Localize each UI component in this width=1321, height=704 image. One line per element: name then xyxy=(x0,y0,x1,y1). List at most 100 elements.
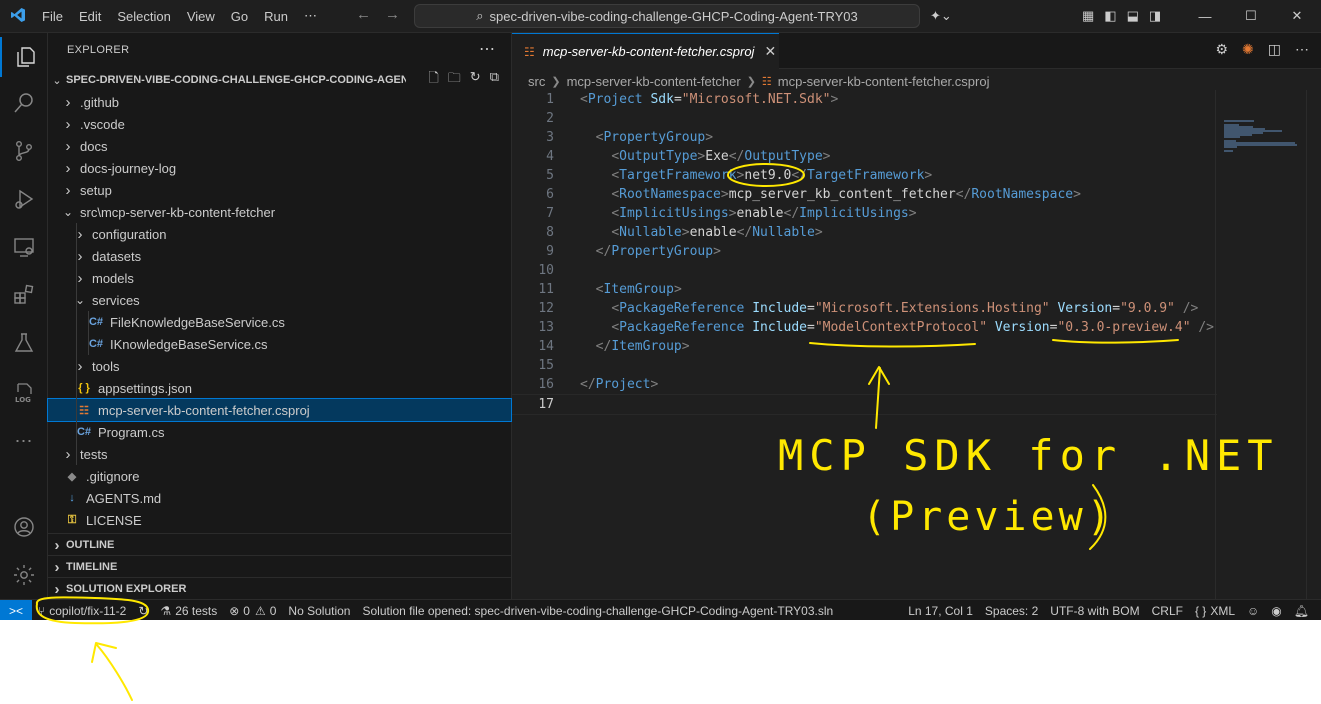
new-file-icon[interactable]: 🗋 xyxy=(428,69,438,91)
tree-item[interactable]: ⌄ src\mcp-server-kb-content-fetcher xyxy=(48,201,511,223)
vscode-logo-icon[interactable] xyxy=(10,7,26,23)
problems-status[interactable]: ⊗ 0 ⚠ 0 xyxy=(223,604,282,618)
toggle-secondary-sidebar-icon[interactable]: ◨ xyxy=(1149,8,1161,24)
menu-item[interactable]: View xyxy=(179,9,223,24)
branch-status[interactable]: ⑂ copilot/fix-11-2 xyxy=(32,604,132,618)
breadcrumb-item[interactable]: src xyxy=(528,74,545,89)
tree-item[interactable]: ◆ .gitignore xyxy=(48,465,511,487)
indentation[interactable]: Spaces: 2 xyxy=(979,604,1044,618)
tree-item[interactable]: › tests xyxy=(48,443,511,465)
toggle-primary-sidebar-icon[interactable]: ◧ xyxy=(1104,8,1116,24)
extensions-icon[interactable] xyxy=(0,275,47,315)
tree-item[interactable]: › .vscode xyxy=(48,113,511,135)
vertical-scrollbar[interactable] xyxy=(1306,90,1321,599)
tree-item[interactable]: ⚿ LICENSE xyxy=(48,509,511,531)
copilot-chat-icon[interactable]: ⚙ xyxy=(1215,41,1228,58)
tree-item[interactable]: ↓ AGENTS.md xyxy=(48,487,511,509)
tree-item[interactable]: › docs xyxy=(48,135,511,157)
editor-actions: ⚙ ✺ ◫ ⋯ xyxy=(1215,41,1309,58)
tree-item[interactable]: C# FileKnowledgeBaseService.cs xyxy=(48,311,511,333)
menu-item[interactable]: ⋯ xyxy=(296,8,325,24)
copilot-status[interactable]: ☺ xyxy=(1241,604,1265,618)
sparkle-icon[interactable]: ✺ xyxy=(1242,41,1254,58)
solution-status[interactable]: No Solution xyxy=(282,604,356,618)
tree-item[interactable]: › tools xyxy=(48,355,511,377)
menu-item[interactable]: Edit xyxy=(71,9,109,24)
more-views-icon[interactable]: ⋯ xyxy=(0,421,47,461)
tree-item[interactable]: › datasets xyxy=(48,245,511,267)
tab-csproj[interactable]: ☷ mcp-server-kb-content-fetcher.csproj ✕ xyxy=(512,33,779,69)
split-editor-icon[interactable]: ◫ xyxy=(1268,41,1281,58)
source-control-icon[interactable] xyxy=(0,131,47,171)
section-solution-explorer[interactable]: › SOLUTION EXPLORER xyxy=(48,577,511,600)
tree-item[interactable]: › .github xyxy=(48,91,511,113)
cursor-position[interactable]: Ln 17, Col 1 xyxy=(902,604,979,618)
manage-gear-icon[interactable] xyxy=(0,555,47,595)
forward-arrow-icon[interactable]: → xyxy=(385,6,400,23)
remote-indicator-icon[interactable]: >< xyxy=(0,600,32,620)
testing-flask-icon[interactable] xyxy=(0,323,47,363)
language-mode[interactable]: { } XML xyxy=(1189,604,1241,618)
tree-item-label: setup xyxy=(80,182,112,198)
tree-item[interactable]: › models xyxy=(48,267,511,289)
maximize-button[interactable]: ☐ xyxy=(1228,0,1274,32)
run-debug-icon[interactable] xyxy=(0,179,47,219)
menu-item[interactable]: Go xyxy=(223,9,256,24)
tree-item[interactable]: › setup xyxy=(48,179,511,201)
workspace-root[interactable]: ⌄ SPEC-DRIVEN-VIBE-CODING-CHALLENGE-GHCP… xyxy=(48,69,511,91)
editor-area: ☷ mcp-server-kb-content-fetcher.csproj ✕… xyxy=(512,33,1321,599)
markdown-file-icon: ↓ xyxy=(69,492,75,504)
more-actions-icon[interactable]: ⋯ xyxy=(479,39,495,59)
customize-layout-icon[interactable]: ▦ xyxy=(1082,8,1094,24)
code-text: <RootNamespace>mcp_server_kb_content_fet… xyxy=(611,187,1081,202)
notifications[interactable]: 🔔︎ xyxy=(1288,604,1321,618)
remote-explorer-icon[interactable] xyxy=(0,227,47,267)
copilot-menu[interactable]: ✦⌄ xyxy=(930,0,952,32)
csharp-file-icon: C# xyxy=(88,316,104,328)
rss-file-icon: ☷ xyxy=(79,404,89,417)
tree-item[interactable]: ⌄ services xyxy=(48,289,511,311)
menu-item[interactable]: Run xyxy=(256,9,296,24)
encoding[interactable]: UTF-8 with BOM xyxy=(1044,604,1145,618)
command-center-search[interactable]: ⌕ spec-driven-vibe-coding-challenge-GHCP… xyxy=(414,4,920,28)
accounts-icon[interactable] xyxy=(0,507,47,547)
tab-label: mcp-server-kb-content-fetcher.csproj xyxy=(542,44,755,59)
line-number: 1 xyxy=(546,92,554,107)
tests-status[interactable]: ⚗ 26 tests xyxy=(154,604,223,618)
toggle-panel-icon[interactable]: ⬓ xyxy=(1127,8,1139,24)
sync-status[interactable]: ↻ xyxy=(132,604,154,618)
breadcrumb-item[interactable]: mcp-server-kb-content-fetcher.csproj xyxy=(778,74,990,89)
menu-item[interactable]: Selection xyxy=(109,9,178,24)
tree-item[interactable]: C# IKnowledgeBaseService.cs xyxy=(48,333,511,355)
tree-item[interactable]: ☷ mcp-server-kb-content-fetcher.csproj xyxy=(47,398,512,422)
minimize-button[interactable]: — xyxy=(1182,0,1228,32)
output-log-icon[interactable]: LOG xyxy=(0,373,47,413)
back-arrow-icon[interactable]: ← xyxy=(356,6,371,23)
code-line: 11 <ItemGroup> xyxy=(512,280,1212,299)
new-folder-icon[interactable]: 🗀 xyxy=(448,69,461,91)
refresh-icon[interactable]: ↻ xyxy=(470,69,481,91)
code-line: 6 <RootNamespace>mcp_server_kb_content_f… xyxy=(512,185,1212,204)
line-number: 17 xyxy=(538,397,554,412)
search-view-icon[interactable] xyxy=(0,83,47,123)
tree-item[interactable]: C# Program.cs xyxy=(48,421,511,443)
close-tab-icon[interactable]: ✕ xyxy=(764,43,776,60)
menu-item[interactable]: File xyxy=(34,9,71,24)
code-line: 5 <TargetFramework>net9.0</TargetFramewo… xyxy=(512,166,1212,185)
editor-more-icon[interactable]: ⋯ xyxy=(1295,41,1309,58)
tree-item[interactable]: › configuration xyxy=(48,223,511,245)
tree-item[interactable]: { } appsettings.json xyxy=(48,377,511,399)
section-timeline[interactable]: › TIMELINE xyxy=(48,555,511,578)
minimap[interactable] xyxy=(1215,90,1304,599)
code-line: 8 <Nullable>enable</Nullable> xyxy=(512,223,1212,242)
chevron-right-icon: › xyxy=(65,137,71,155)
breadcrumb-item[interactable]: mcp-server-kb-content-fetcher xyxy=(567,74,741,89)
collapse-all-icon[interactable]: ⧉ xyxy=(490,69,499,91)
section-outline[interactable]: › OUTLINE xyxy=(48,533,511,556)
explorer-icon[interactable] xyxy=(0,37,49,77)
close-window-button[interactable]: ✕ xyxy=(1274,0,1320,32)
feedback-status[interactable]: ◉ xyxy=(1265,604,1287,618)
language-text: XML xyxy=(1210,603,1236,618)
tree-item[interactable]: › docs-journey-log xyxy=(48,157,511,179)
line-endings[interactable]: CRLF xyxy=(1146,604,1189,618)
